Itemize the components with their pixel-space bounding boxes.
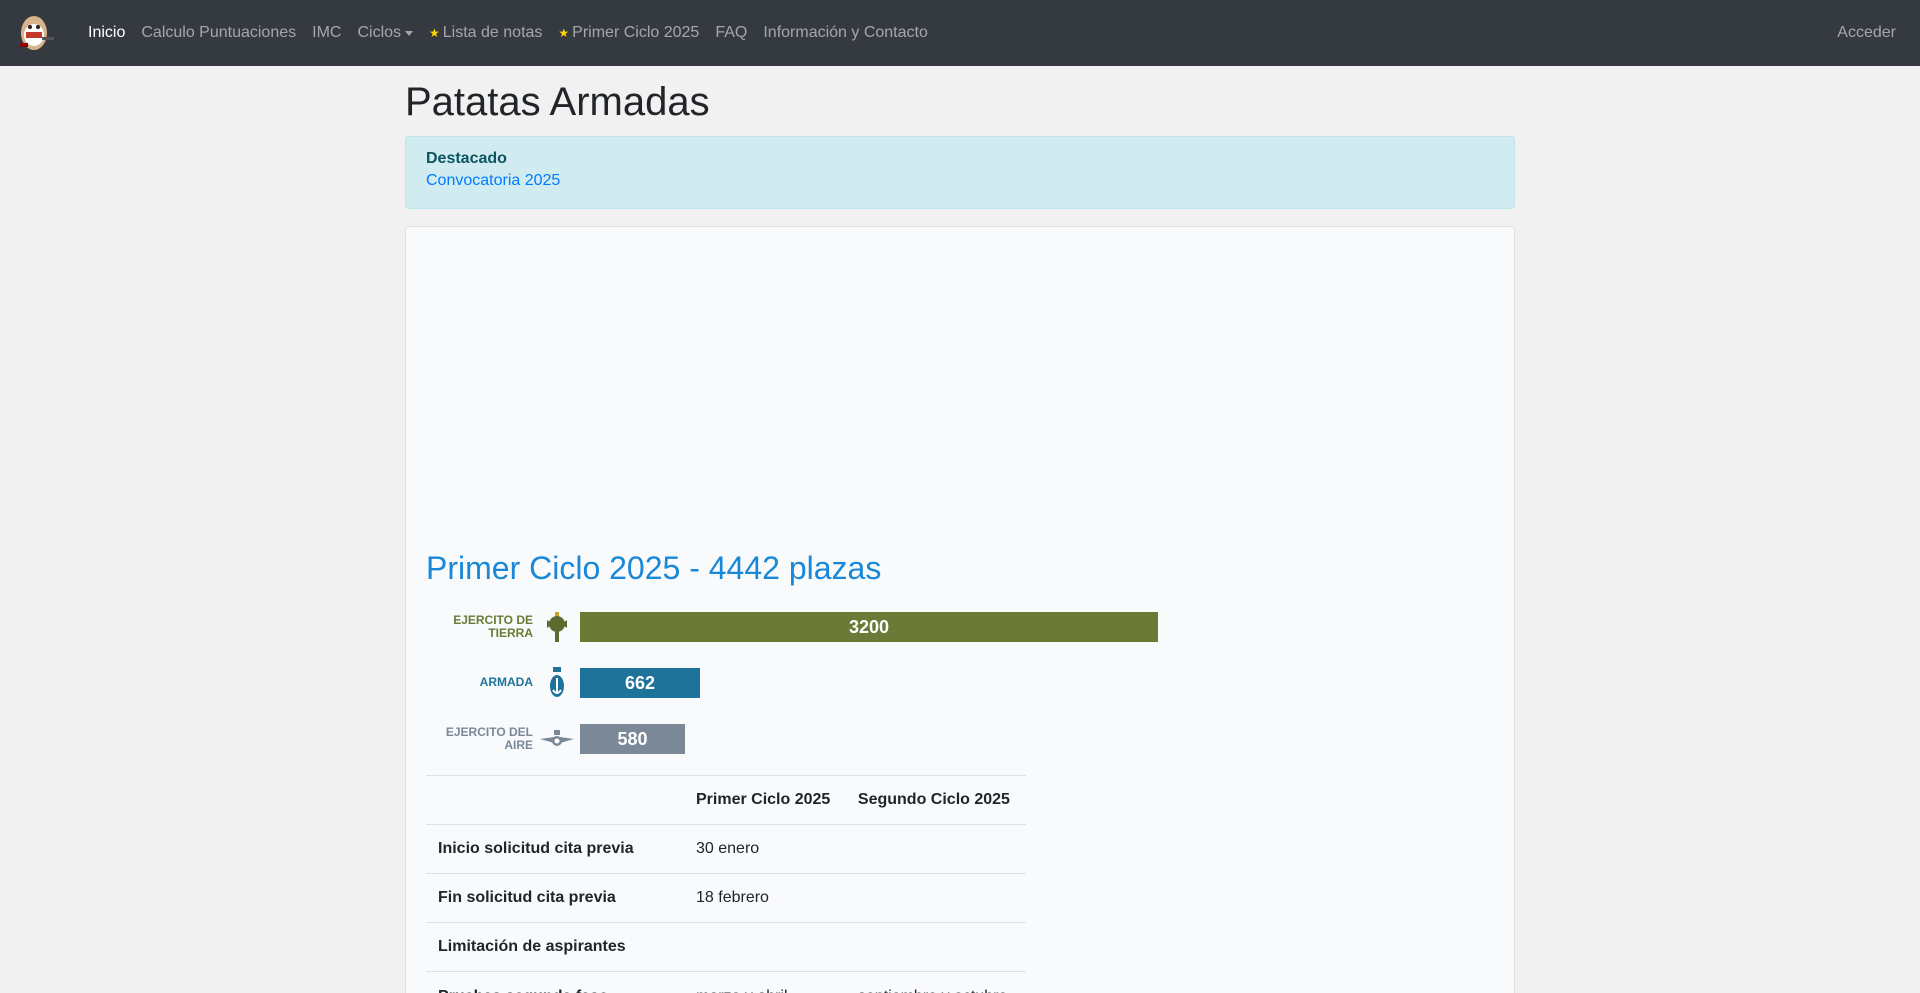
nav-item-inicio[interactable]: Inicio <box>80 16 133 50</box>
nav-item-label: Ciclos <box>357 24 402 41</box>
table-row-header: Inicio solicitud cita previa <box>426 824 684 874</box>
content-card: Primer Ciclo 2025 - 4442 plazas EJERCITO… <box>405 226 1515 993</box>
table-header-cell: Primer Ciclo 2025 <box>684 775 846 825</box>
table-cell: 30 enero <box>684 824 846 874</box>
bar-track: 662 <box>580 668 1290 699</box>
airforce-crest-icon <box>533 727 580 751</box>
table-cell <box>845 824 1026 874</box>
table-header-cell <box>426 775 684 825</box>
chart-row: EJERCITO DE TIERRA 3200 <box>426 599 1494 655</box>
table-cell: septiembre y octubre <box>845 971 1026 993</box>
nav-item-label: Lista de notas <box>442 24 543 41</box>
featured-alert: Destacado Convocatoria 2025 <box>405 136 1515 209</box>
nav-item-label: Inicio <box>88 24 126 41</box>
table-cell <box>684 922 846 972</box>
table-row-header: Limitación de aspirantes <box>426 922 684 972</box>
nav-item-informaci-n-y-contacto[interactable]: Información y Contacto <box>755 16 936 50</box>
table-cell: 18 febrero <box>684 873 846 923</box>
bar-value-label: 662 <box>624 672 656 693</box>
chart-row: EJERCITO DEL AIRE 580 <box>426 711 1494 767</box>
bar-category-label: ARMADA <box>479 675 533 690</box>
star-icon: ★ <box>429 26 440 40</box>
nav-item-calculo-puntuaciones[interactable]: Calculo Puntuaciones <box>133 16 304 50</box>
top-navbar: Inicio Calculo Puntuaciones IMC Ciclos ★ List… <box>0 0 1920 66</box>
bar-track: 580 <box>580 724 1290 755</box>
nav-item-lista-de-notas[interactable]: ★ Lista de notas <box>421 16 550 50</box>
nav-item-faq[interactable]: FAQ <box>707 16 755 50</box>
table-body: Inicio solicitud cita previa 30 enero Fin … <box>426 824 1026 993</box>
bar-category-label: EJERCITO DEL AIRE <box>445 724 533 753</box>
table-row: Limitación de aspirantes <box>426 922 1026 972</box>
bar-value-label: 580 <box>617 728 648 749</box>
places-bar-chart: EJERCITO DE TIERRA 3200 ARMADA 662 EJERCITO … <box>426 599 1494 767</box>
bar: 580 <box>580 724 685 755</box>
nav-item-label: Calculo Puntuaciones <box>141 24 297 41</box>
army-crest-icon <box>533 610 580 644</box>
table-header-row: Primer Ciclo 2025 Segundo Ciclo 2025 <box>426 775 1026 825</box>
dates-table: Primer Ciclo 2025 Segundo Ciclo 2025 Inic… <box>426 775 1026 993</box>
table-row-header: Fin solicitud cita previa <box>426 873 684 923</box>
table-cell <box>845 922 1026 972</box>
star-icon: ★ <box>558 26 570 40</box>
ad-placeholder <box>426 227 1494 549</box>
chart-row: ARMADA 662 <box>426 655 1494 711</box>
bar-track: 3200 <box>580 612 1290 643</box>
table-cell: marzo y abril <box>684 971 846 993</box>
nav-item-label: IMC <box>312 24 342 41</box>
nav-item-imc[interactable]: IMC <box>304 16 349 50</box>
table-row: Inicio solicitud cita previa 30 enero <box>426 824 1026 874</box>
bar-value-label: 3200 <box>848 616 890 637</box>
convocatoria-link[interactable]: Convocatoria 2025 <box>426 172 1494 190</box>
main-menu: Inicio Calculo Puntuaciones IMC Ciclos ★ List… <box>80 16 1829 50</box>
nav-item-label: Primer Ciclo 2025 <box>572 24 700 41</box>
table-row-header: Pruebas segunda fase <box>426 971 684 993</box>
section-title[interactable]: Primer Ciclo 2025 - 4442 plazas <box>426 549 1494 587</box>
nav-item-label: Información y Contacto <box>763 24 928 41</box>
table-row: Fin solicitud cita previa 18 febrero <box>426 873 1026 923</box>
bar-category-label: EJERCITO DE TIERRA <box>453 612 533 641</box>
alert-title: Destacado <box>426 150 507 167</box>
main-container: Patatas Armadas Destacado Convocatoria 2… <box>405 78 1515 993</box>
nav-item-primer-ciclo-2025[interactable]: ★ Primer Ciclo 2025 <box>550 16 707 50</box>
navy-crest-icon <box>533 666 580 700</box>
login-link[interactable]: Acceder <box>1829 16 1904 50</box>
nav-item-ciclos[interactable]: Ciclos <box>349 16 421 50</box>
page-title: Patatas Armadas <box>405 80 710 124</box>
bar: 3200 <box>580 612 1158 643</box>
table-row: Pruebas segunda fasemarzo y abrilseptiem… <box>426 971 1026 993</box>
table-cell <box>845 873 1026 923</box>
site-logo-icon[interactable] <box>16 13 56 53</box>
caret-down-icon <box>405 30 414 36</box>
bar: 662 <box>580 668 700 699</box>
nav-item-label: FAQ <box>715 24 748 41</box>
table-header-cell: Segundo Ciclo 2025 <box>845 775 1026 825</box>
